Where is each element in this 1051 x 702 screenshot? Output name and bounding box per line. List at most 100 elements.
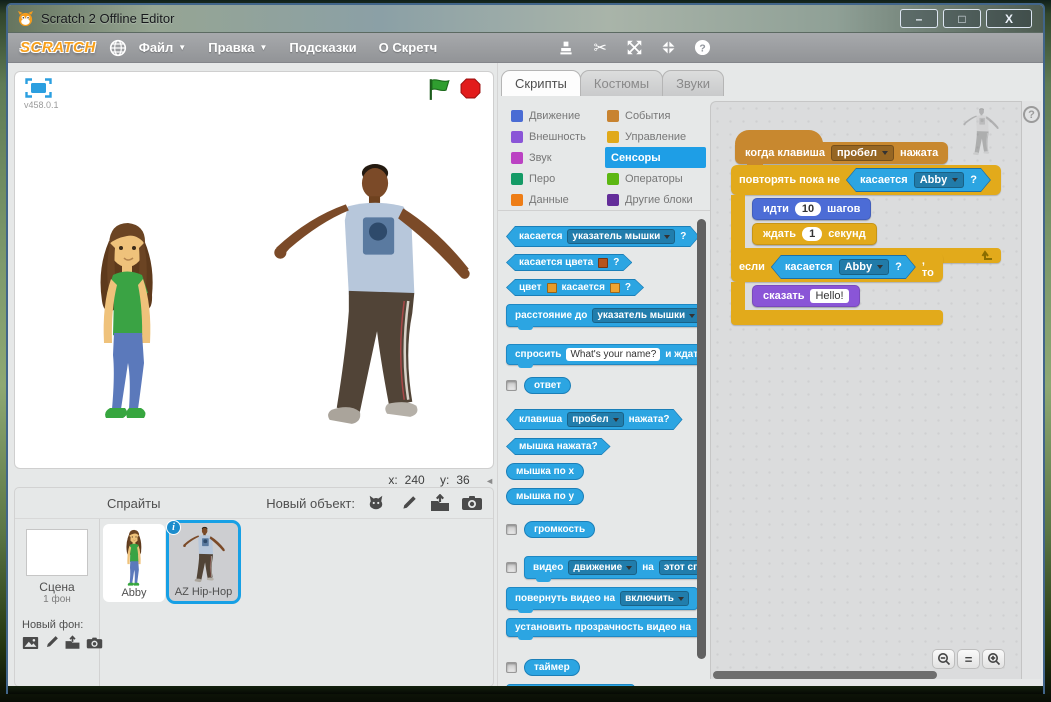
script-block-move-steps[interactable]: идти 10 шагов <box>752 198 871 220</box>
duplicate-stamp-icon[interactable] <box>556 38 576 58</box>
upload-sprite-icon[interactable] <box>429 494 451 512</box>
block-dropdown[interactable]: пробел <box>831 145 894 161</box>
palette-row: расстояние доуказатель мышки <box>506 304 697 327</box>
scratch-logo[interactable]: SCRATCH <box>20 39 96 56</box>
new-sprite-library-icon[interactable] <box>365 494 387 512</box>
condition-block-touching[interactable]: касается Abby ? <box>846 168 991 192</box>
palette-category[interactable]: События <box>605 105 701 126</box>
script-block-repeat-until[interactable]: повторять пока не касается Abby ? идти 1… <box>731 165 1001 263</box>
palette-block[interactable]: спроситьWhat's your name?и ждать <box>506 344 697 365</box>
upload-backdrop-icon[interactable] <box>64 635 81 650</box>
block-visibility-checkbox[interactable] <box>506 380 517 391</box>
script-area[interactable]: когда клавиша пробел нажата повторять по… <box>710 101 1021 679</box>
sprite-card-az-hip-hop[interactable]: i AZ Hip-Hop <box>166 520 241 604</box>
block-dropdown[interactable]: пробел <box>567 412 623 427</box>
palette-category[interactable]: Данные <box>509 189 605 210</box>
palette-block[interactable]: таймер <box>524 659 580 676</box>
palette-category[interactable]: Перо <box>509 168 605 189</box>
maximize-button[interactable]: □ <box>943 9 981 28</box>
palette-category[interactable]: Движение <box>509 105 605 126</box>
camera-backdrop-icon[interactable] <box>86 635 103 650</box>
close-button[interactable]: X <box>986 9 1032 28</box>
sprite-info-badge[interactable]: i <box>166 520 181 535</box>
menu-file[interactable]: Файл▼ <box>128 40 198 55</box>
block-visibility-checkbox[interactable] <box>506 524 517 535</box>
shrink-sprite-icon[interactable] <box>658 38 678 58</box>
stage-sprite-abby[interactable] <box>86 213 168 423</box>
collapse-stage-arrow-icon[interactable]: ◄ <box>485 476 494 486</box>
palette-category[interactable]: Управление <box>605 126 701 147</box>
palette-scrollbar[interactable] <box>697 219 706 659</box>
paint-backdrop-icon[interactable] <box>44 635 59 650</box>
palette-category[interactable]: Операторы <box>605 168 701 189</box>
block-color-swatch[interactable] <box>610 283 620 293</box>
delete-scissors-icon[interactable]: ✂ <box>590 38 610 58</box>
palette-block[interactable]: расстояние доуказатель мышки <box>506 304 697 327</box>
block-text-input[interactable]: Hello! <box>810 289 848 303</box>
menu-about[interactable]: О Скретч <box>368 40 449 55</box>
zoom-out-button[interactable] <box>932 649 955 669</box>
palette-block[interactable]: видеодвижениенаэтот спрайт <box>524 556 697 579</box>
block-visibility-checkbox[interactable] <box>506 662 517 673</box>
palette-block[interactable]: ответ <box>524 377 571 394</box>
palette-category[interactable]: Внешность <box>509 126 605 147</box>
block-dropdown[interactable]: указатель мышки <box>592 308 697 323</box>
block-visibility-checkbox[interactable] <box>506 562 517 573</box>
palette-block[interactable]: цветкасается? <box>506 279 644 296</box>
palette-block[interactable]: касается цвета? <box>506 254 632 271</box>
block-color-swatch[interactable] <box>547 283 557 293</box>
palette-block[interactable]: мышка по x <box>506 463 584 480</box>
tab-scripts[interactable]: Скрипты <box>501 70 581 96</box>
palette-block[interactable]: клавишапробелнажата? <box>506 409 683 430</box>
titlebar[interactable]: Scratch 2 Offline Editor – □ X <box>8 5 1043 33</box>
stop-button[interactable] <box>460 78 481 99</box>
paint-new-sprite-icon[interactable] <box>397 494 419 512</box>
block-dropdown[interactable]: включить <box>620 591 689 606</box>
minimize-button[interactable]: – <box>900 9 938 28</box>
block-dropdown[interactable]: Abby <box>839 259 890 275</box>
condition-block-touching[interactable]: касается Abby ? <box>771 255 916 279</box>
stage[interactable]: v458.0.1 <box>14 71 494 469</box>
stage-sprite-az-hip-hop[interactable] <box>261 160 483 442</box>
zoom-reset-button[interactable]: = <box>957 649 980 669</box>
language-globe-icon[interactable] <box>108 38 128 58</box>
grow-sprite-icon[interactable] <box>624 38 644 58</box>
block-color-swatch[interactable] <box>598 258 608 268</box>
sprite-card-abby[interactable]: Abby <box>103 524 165 602</box>
tips-help-button[interactable]: ? <box>1023 106 1040 123</box>
menu-tips[interactable]: Подсказки <box>278 40 367 55</box>
camera-sprite-icon[interactable] <box>461 494 483 512</box>
block-help-icon[interactable]: ? <box>692 38 712 58</box>
palette-category[interactable]: Сенсоры <box>605 147 706 168</box>
tab-costumes[interactable]: Костюмы <box>580 70 663 96</box>
block-text-input[interactable]: What's your name? <box>566 348 660 361</box>
palette-category[interactable]: Другие блоки <box>605 189 701 210</box>
backdrop-library-icon[interactable] <box>22 635 39 650</box>
script-area-hscrollbar[interactable] <box>713 671 937 679</box>
script-block-wait-seconds[interactable]: ждать 1 секунд <box>752 223 877 245</box>
palette-block[interactable]: громкость <box>524 521 595 538</box>
palette-block[interactable]: мышка по y <box>506 488 584 505</box>
menu-edit[interactable]: Правка▼ <box>197 40 278 55</box>
script-block-if-then[interactable]: если касается Abby ? , то сказать Hello! <box>731 252 943 325</box>
tips-panel-collapsed[interactable]: ? <box>1021 101 1041 679</box>
stage-thumbnail[interactable] <box>26 529 88 576</box>
palette-block[interactable]: касаетсяуказатель мышки? <box>506 226 697 247</box>
block-dropdown[interactable]: Abby <box>914 172 965 188</box>
script-block-say[interactable]: сказать Hello! <box>752 285 860 307</box>
palette-block[interactable]: установить прозрачность видео на <box>506 618 697 637</box>
palette-block[interactable]: мышка нажата? <box>506 438 611 455</box>
block-number-input[interactable]: 1 <box>802 227 822 241</box>
fullscreen-button[interactable] <box>25 78 53 98</box>
stage-section[interactable]: Сцена 1 фон Новый фон: <box>15 519 100 686</box>
tab-sounds[interactable]: Звуки <box>662 70 724 96</box>
block-dropdown[interactable]: указатель мышки <box>567 229 675 244</box>
palette-category[interactable]: Звук <box>509 147 605 168</box>
script-block-when-key-pressed[interactable]: когда клавиша пробел нажата <box>735 142 948 164</box>
block-dropdown[interactable]: этот спрайт <box>659 560 697 575</box>
green-flag-button[interactable] <box>427 77 451 101</box>
palette-block[interactable]: повернуть видео навключить <box>506 587 697 610</box>
zoom-in-button[interactable] <box>982 649 1005 669</box>
block-number-input[interactable]: 10 <box>795 202 821 216</box>
block-dropdown[interactable]: движение <box>568 560 637 575</box>
